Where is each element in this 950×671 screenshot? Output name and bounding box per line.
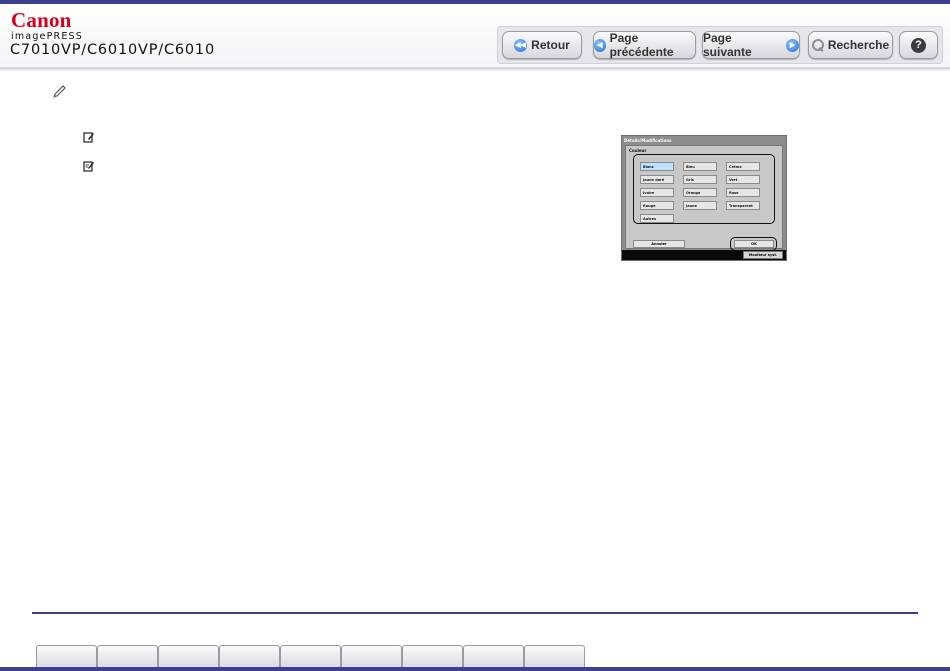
footer-tab-2[interactable] [97, 645, 158, 667]
footer-tab-1[interactable] [36, 645, 97, 667]
help-button[interactable]: ? [899, 31, 938, 59]
footer-tab-6[interactable] [341, 645, 402, 667]
rewind-icon: ◀◀ [514, 38, 528, 52]
screen-color-button: Jaune [683, 201, 717, 210]
footer-tab-3[interactable] [158, 645, 219, 667]
device-screen-image: Détails/Modifications Couleur Blanc Bleu… [621, 135, 787, 261]
screen-color-button: Rose [726, 188, 760, 197]
screen-color-button: Vert [726, 175, 760, 184]
system-monitor-button: Moniteur syst. [743, 251, 783, 259]
screen-title: Détails/Modifications [624, 138, 672, 143]
footer-tab-5[interactable] [280, 645, 341, 667]
screen-color-button: Crème [726, 162, 760, 171]
screen-color-button: Transparent [726, 201, 760, 210]
screen-status-bar: Moniteur syst. [622, 250, 786, 260]
screen-color-button: Jaune doré [640, 175, 674, 184]
back-button[interactable]: ◀◀ Retour [502, 31, 582, 59]
product-name: imagePRESS [11, 31, 83, 42]
screen-color-button: Bleu [683, 162, 717, 171]
pencil-memo-icon [53, 85, 66, 98]
screen-color-button: Autres [640, 214, 674, 223]
previous-page-label: Page précédente [609, 31, 674, 59]
note-icon [83, 132, 94, 143]
search-button-label: Recherche [827, 38, 890, 52]
screen-color-button: Gris [683, 175, 717, 184]
footer-tab-8[interactable] [463, 645, 524, 667]
arrow-left-icon: ◀ [594, 38, 606, 52]
footer-tab-4[interactable] [219, 645, 280, 667]
search-icon [811, 39, 824, 51]
screen-subtitle: Couleur [629, 148, 647, 153]
back-button-label: Retour [531, 38, 570, 52]
help-icon: ? [911, 37, 926, 53]
canon-logo: Canon [11, 8, 72, 32]
next-page-button[interactable]: Page suivante ▶ [702, 31, 800, 59]
search-button[interactable]: Recherche [808, 31, 893, 59]
footer-tab-9[interactable] [524, 645, 585, 667]
bottom-accent-stripe [0, 667, 950, 671]
screen-ok-button: OK [734, 240, 774, 248]
screen-cancel-button: Annuler [633, 240, 685, 248]
footer-tab-7[interactable] [402, 645, 463, 667]
screen-color-button: Rouge [640, 201, 674, 210]
screen-panel: Couleur Blanc Bleu Crème Jaune doré Gris… [625, 145, 783, 251]
footer-tabs [36, 645, 585, 667]
next-page-label: Page suivante [703, 31, 752, 59]
screen-color-button: Ivoire [640, 188, 674, 197]
screen-color-button: Orange [683, 188, 717, 197]
previous-page-button[interactable]: ◀ Page précédente [593, 31, 696, 59]
note-edit-icon [83, 161, 94, 172]
arrow-right-icon: ▶ [786, 38, 799, 52]
screen-color-button: Blanc [640, 162, 674, 171]
model-names: C7010VP/C6010VP/C6010 [10, 42, 215, 58]
footer-divider [32, 612, 918, 614]
header-shadow [0, 68, 950, 71]
